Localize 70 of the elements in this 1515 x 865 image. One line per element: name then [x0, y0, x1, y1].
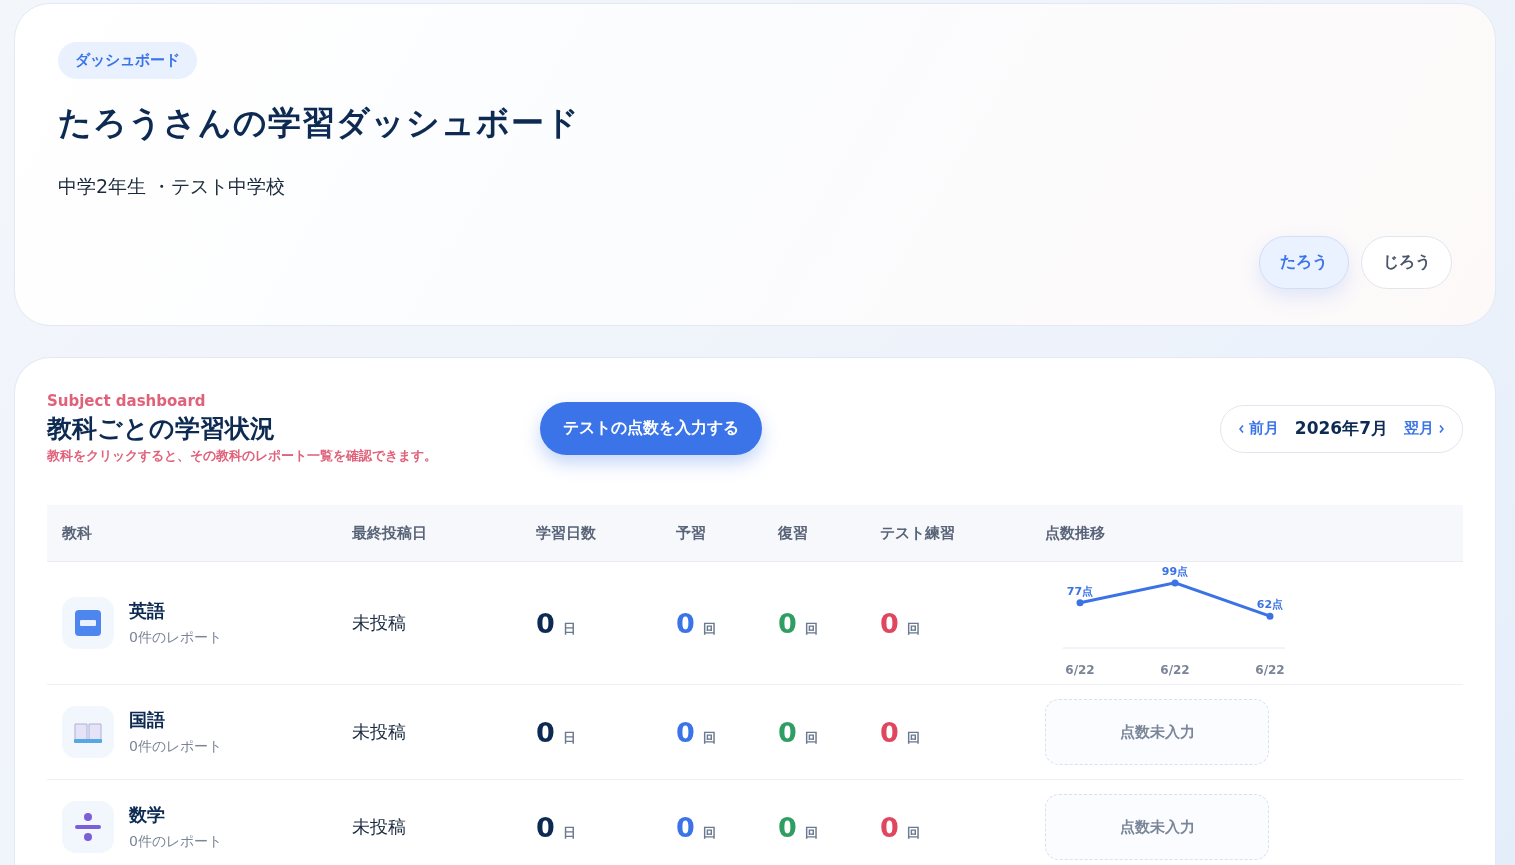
date-label: 6/22	[1065, 663, 1095, 676]
column-header: 教科	[62, 523, 93, 543]
previous-month-link[interactable]: 前月	[1238, 419, 1279, 438]
column-header: 点数推移	[1045, 523, 1106, 543]
enter-scores-button[interactable]: テストの点数を入力する	[540, 402, 762, 455]
unit-label: 回	[702, 619, 716, 638]
student-toggle[interactable]: じろう	[1361, 236, 1452, 289]
page-title: たろうさんの学習ダッシュボード	[58, 102, 581, 144]
column-header: テスト練習	[880, 523, 956, 543]
test-practice-count: 0	[880, 716, 899, 748]
review-count: 0	[778, 716, 797, 748]
score-label: 62点	[1256, 598, 1284, 612]
report-count: 0件のレポート	[129, 629, 222, 647]
current-month: 2026年7月	[1294, 417, 1388, 440]
last-post-cell-text: 未投稿	[352, 720, 407, 744]
report-count: 0件のレポート	[129, 833, 222, 851]
score-field: 点数未入力	[1045, 794, 1269, 860]
score-point	[1171, 579, 1179, 587]
section-eyebrow: Subject dashboard	[47, 392, 207, 410]
review-count: 0	[778, 811, 797, 843]
unit-label: 回	[804, 619, 818, 638]
section-hint: 教科をクリックすると、その教科のレポート一覧を確認できます。	[47, 447, 438, 465]
chevron-right-icon	[1439, 424, 1444, 433]
study-days: 0	[536, 811, 555, 843]
unit-label: 回	[702, 823, 716, 842]
student-info: 中学2年生 ・テスト中学校	[58, 174, 287, 199]
column-header: 最終投稿日	[352, 523, 428, 543]
next-month-link[interactable]: 翌月	[1404, 419, 1444, 438]
preview-count: 0	[676, 716, 695, 748]
last-post-cell-text: 未投稿	[352, 815, 407, 839]
unit-label: 日	[562, 823, 576, 842]
unit-label: 回	[906, 823, 920, 842]
unit-label: 日	[562, 619, 576, 638]
study-days: 0	[536, 607, 555, 639]
unit-label: 回	[906, 619, 920, 638]
subject-name[interactable]: 国語	[129, 708, 222, 732]
score-field: 点数未入力	[1045, 699, 1269, 765]
book-icon	[74, 720, 102, 744]
subject-name[interactable]: 英語	[129, 599, 222, 623]
unit-label: 日	[562, 728, 576, 747]
study-days: 0	[536, 716, 555, 748]
preview-count: 0	[676, 607, 695, 639]
chevron-left-icon	[1238, 424, 1244, 433]
test-practice-count: 0	[880, 607, 899, 639]
column-header: 予習	[676, 523, 707, 543]
unit-label: 回	[804, 728, 818, 747]
report-count: 0件のレポート	[129, 738, 222, 756]
unit-label: 回	[906, 728, 920, 747]
column-header: 復習	[778, 523, 809, 543]
divide-icon	[75, 812, 101, 842]
subject-icon-tile[interactable]	[62, 597, 114, 649]
date-label: 6/22	[1255, 663, 1285, 676]
score-point	[1076, 599, 1084, 607]
preview-count: 0	[676, 811, 695, 843]
review-count: 0	[778, 607, 797, 639]
unit-label: 回	[702, 728, 716, 747]
column-header: 学習日数	[536, 523, 597, 543]
student-toggle[interactable]: たろう	[1259, 236, 1349, 289]
date-label: 6/22	[1160, 663, 1190, 676]
score-label: 77点	[1066, 584, 1094, 598]
page-badge: ダッシュボード	[58, 42, 197, 79]
score-label: 99点	[1161, 566, 1189, 578]
test-practice-count: 0	[880, 811, 899, 843]
subject-name[interactable]: 数学	[129, 803, 222, 827]
score-point	[1266, 612, 1274, 620]
unit-label: 回	[804, 823, 818, 842]
subject-icon-tile[interactable]	[62, 706, 114, 758]
subject-icon-tile[interactable]	[62, 801, 114, 853]
last-post-cell-text: 未投稿	[352, 611, 407, 635]
section-title: 教科ごとの学習状況	[47, 413, 276, 445]
